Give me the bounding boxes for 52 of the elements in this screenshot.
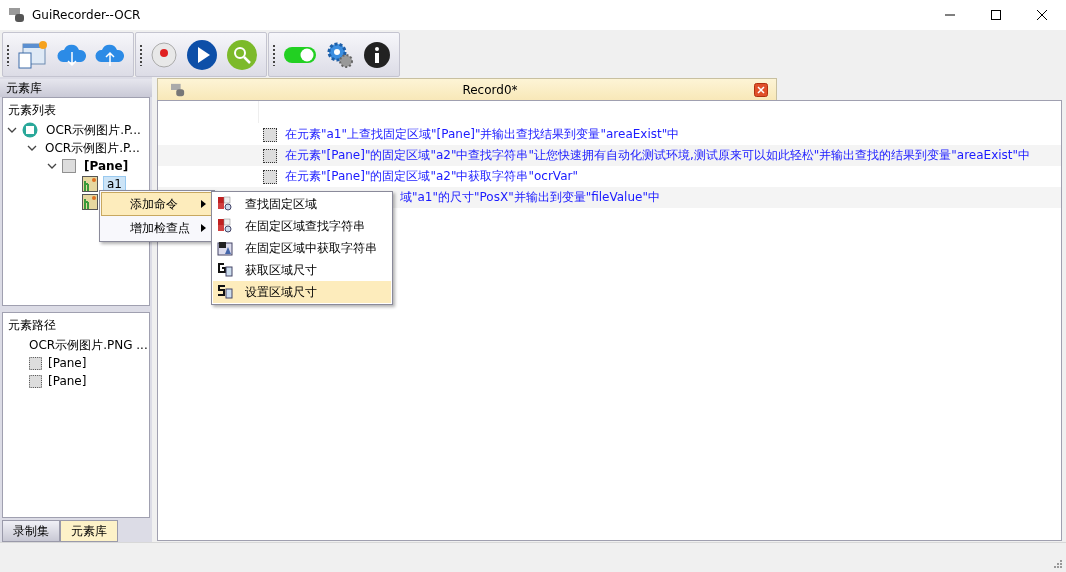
- command-text[interactable]: 在元素"[Pane]"的固定区域"a2"中获取字符串"ocrVar": [285, 168, 578, 185]
- expand-chevron-icon[interactable]: [27, 144, 37, 152]
- size-grid-icon: [217, 262, 233, 278]
- toggle-switch[interactable]: [283, 44, 317, 65]
- pane-icon: [29, 374, 42, 388]
- document-tab[interactable]: Record0*: [157, 78, 777, 100]
- command-text[interactable]: 在元素"a1"上查找固定区域"[Pane]"并输出查找结果到变量"areaExist"中: [285, 126, 680, 143]
- path-item[interactable]: [Pane]: [48, 374, 87, 389]
- document-title: Record0*: [461, 82, 519, 97]
- menu-item[interactable]: 在固定区域中获取字符串: [213, 237, 391, 259]
- info-icon[interactable]: [363, 40, 391, 69]
- play-icon[interactable]: [186, 38, 218, 71]
- tree-item[interactable]: OCR示例图片.P...: [43, 121, 144, 139]
- path-item[interactable]: [Pane]: [48, 356, 87, 371]
- text-capture-icon: [217, 240, 233, 256]
- tree-item[interactable]: [Pane]: [81, 159, 132, 173]
- panel-tab[interactable]: 元素库: [60, 520, 118, 542]
- recorder-icon: [170, 82, 186, 97]
- tree-heading: 元素列表: [7, 102, 57, 119]
- new-window-icon[interactable]: [17, 39, 49, 70]
- menu-item[interactable]: 在固定区域查找字符串: [213, 215, 391, 237]
- maximize-icon[interactable]: [990, 9, 1002, 21]
- region-search-icon: [217, 218, 233, 234]
- pane-icon: [62, 159, 76, 173]
- menu-item[interactable]: 增加检查点: [101, 216, 213, 240]
- window-title: GuiRecorder--OCR: [32, 8, 141, 22]
- menu-item[interactable]: 设置区域尺寸: [213, 281, 391, 303]
- menu-item[interactable]: 查找固定区域: [213, 193, 391, 215]
- size-grid-icon: [217, 284, 233, 300]
- expand-chevron-icon[interactable]: [7, 126, 17, 134]
- checkbox[interactable]: [263, 148, 277, 163]
- submenu-arrow-icon: [201, 200, 206, 208]
- path-item[interactable]: OCR示例图片.PNG ...: [29, 336, 148, 354]
- expand-chevron-icon[interactable]: [47, 162, 57, 170]
- app-icon: [8, 7, 26, 23]
- region-search-icon: [217, 196, 233, 212]
- path-heading: 元素路径: [7, 317, 57, 335]
- panel-header: 元素库: [0, 79, 152, 97]
- menu-item[interactable]: 添加命令: [101, 192, 213, 216]
- menu-item[interactable]: 获取区域尺寸: [213, 259, 391, 281]
- resize-grip-icon[interactable]: [1052, 558, 1062, 568]
- panel-tab[interactable]: 录制集: [2, 520, 60, 542]
- checkbox[interactable]: [263, 169, 277, 184]
- close-icon[interactable]: [754, 82, 768, 97]
- record-icon[interactable]: [150, 40, 178, 69]
- pane-icon: [29, 356, 42, 370]
- checkbox[interactable]: [263, 127, 277, 142]
- image-element-icon: [82, 176, 98, 192]
- submenu-arrow-icon: [201, 224, 206, 232]
- tree-item[interactable]: OCR示例图片.P...: [42, 139, 143, 157]
- app-icon: [22, 122, 38, 138]
- close-icon[interactable]: [1036, 9, 1048, 21]
